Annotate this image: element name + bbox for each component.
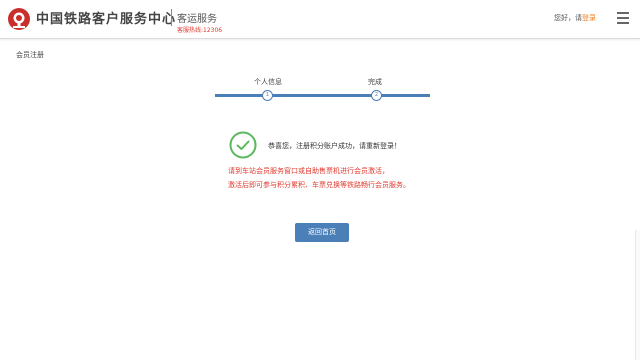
- user-greeting: 您好，请登录: [554, 13, 596, 23]
- step-progress-line: [271, 94, 372, 97]
- login-link[interactable]: 登录: [582, 14, 596, 22]
- menu-icon[interactable]: [617, 12, 631, 24]
- greeting-prefix: 您好，请: [554, 14, 582, 22]
- top-header: 中国铁路客户服务中心 客运服务 客服热线:12306 您好，请登录: [0, 0, 640, 39]
- activation-notice: 请到车站会员服务窗口或自助售票机进行会员激活，: [228, 167, 389, 175]
- breadcrumb: 会员注册: [16, 51, 44, 59]
- step-progress-line: [215, 94, 263, 97]
- brand-divider: [171, 9, 172, 26]
- railway-logo-icon: [8, 8, 30, 30]
- activation-notice: 激活后即可参与积分累积、车票兑换等铁路畅行会员服务。: [228, 181, 410, 189]
- step-label-personal-info: 个人信息: [254, 78, 282, 86]
- step-marker-1: 1: [262, 90, 273, 101]
- step-marker-2: 2: [371, 90, 382, 101]
- check-circle-icon: [229, 131, 257, 159]
- return-home-button[interactable]: 返回首页: [295, 223, 349, 242]
- scrollbar[interactable]: [635, 230, 640, 360]
- hotline-text: 客服热线:12306: [177, 27, 223, 34]
- brand-title: 中国铁路客户服务中心: [36, 12, 177, 27]
- step-label-complete: 完成: [368, 78, 382, 86]
- brand-subtitle: 客运服务: [177, 14, 217, 25]
- step-progress-line: [380, 94, 430, 97]
- success-message: 恭喜您，注册积分账户成功，请重新登录！: [268, 142, 401, 150]
